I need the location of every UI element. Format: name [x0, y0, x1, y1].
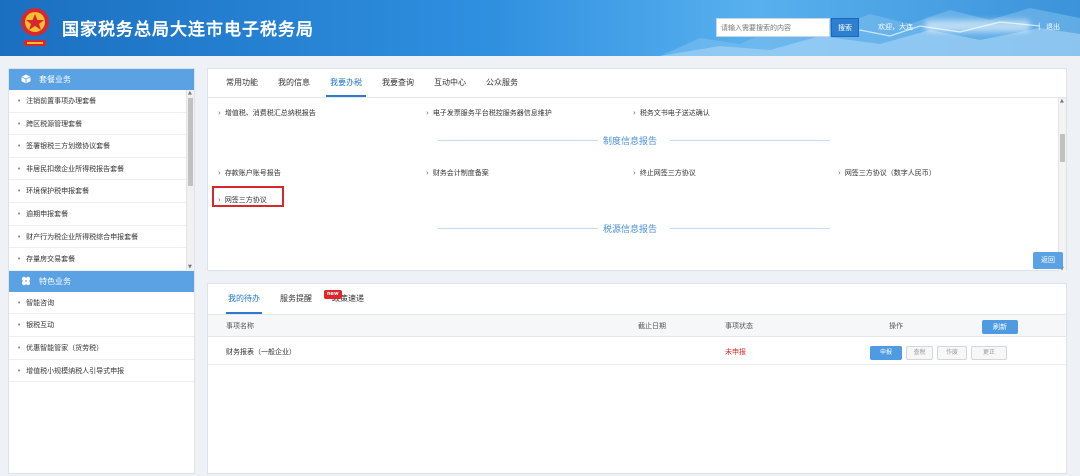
sidebar-list-packages: 注销前置事项办理套餐 跨区税源管理套餐 签署银税三方划缴协议套餐 非居民扣缴企业… — [9, 90, 194, 271]
tab-interaction-center[interactable]: 互动中心 — [424, 69, 476, 97]
scroll-down-arrow-icon[interactable]: ▼ — [188, 264, 192, 270]
service-link[interactable]: 存款账户账号报告 — [218, 168, 281, 178]
column-header-actions: 操作 — [889, 322, 903, 330]
sidebar-section-title: 套餐业务 — [39, 75, 71, 84]
section-line-right — [670, 140, 830, 141]
redacted-username — [925, 20, 1030, 32]
tab-public-services[interactable]: 公众服务 — [476, 69, 528, 97]
sidebar-item[interactable]: 增值税小规模纳税人引导式申报 — [9, 360, 194, 383]
sidebar-item[interactable]: 财产行为税企业所得税综合申报套餐 — [9, 226, 194, 249]
service-link[interactable]: 财务会计制度备案 — [426, 168, 489, 178]
tab-common-functions[interactable]: 常用功能 — [216, 69, 268, 97]
tab-tax-handling[interactable]: 我要办税 — [320, 69, 372, 97]
scrollbar-thumb[interactable] — [188, 98, 193, 186]
highlight-annotation-box — [212, 186, 284, 207]
section-title-institutional: 制度信息报告 — [603, 137, 658, 147]
section-line-left — [438, 228, 598, 229]
tab-my-todo[interactable]: 我的待办 — [218, 284, 270, 314]
section-line-left — [438, 140, 598, 141]
site-header: 国家税务总局大连市电子税务局 搜索 欢迎，大连 | 退出 — [0, 0, 1080, 56]
sidebar-section-title: 特色业务 — [39, 276, 71, 286]
service-link[interactable]: 税务文书电子送达确认 — [633, 108, 710, 118]
sidebar-item[interactable]: 银税互动 — [9, 314, 194, 337]
site-title: 国家税务总局大连市电子税务局 — [62, 20, 314, 40]
sidebar-item[interactable]: 智能咨询 — [9, 292, 194, 315]
scroll-up-arrow-icon[interactable]: ▲ — [188, 90, 192, 96]
section-line-right — [670, 228, 830, 229]
sidebar: 套餐业务 注销前置事项办理套餐 跨区税源管理套餐 签署银税三方划缴协议套餐 非居… — [8, 68, 195, 474]
tab-my-info[interactable]: 我的信息 — [268, 69, 320, 97]
tax-bureau-emblem-icon — [21, 8, 49, 46]
todo-tabs: 我的待办 服务提醒 政策速递 — [218, 284, 374, 314]
sidebar-section-packages[interactable]: 套餐业务 — [9, 69, 194, 90]
main-scrollbar[interactable]: ▲ ▼ — [1058, 98, 1066, 272]
correct-button[interactable]: 更正 — [971, 346, 1007, 360]
main-panel: 常用功能 我的信息 我要办税 我要查询 互动中心 公众服务 增值税、消费税汇总纳… — [207, 68, 1067, 272]
table-header: 事项名称 截止日期 事项状态 操作 — [208, 315, 1066, 337]
logout-link[interactable]: 退出 — [1046, 22, 1060, 32]
row-item-name: 财务报表（一般企业） — [226, 348, 296, 356]
tab-policy-express[interactable]: 政策速递 — [322, 284, 374, 314]
search-button[interactable]: 搜索 — [831, 18, 859, 37]
check-tax-button[interactable]: 查税 — [906, 346, 933, 360]
sidebar-item[interactable]: 非居民扣缴企业所得税报告套餐 — [9, 158, 194, 181]
scroll-up-arrow-icon[interactable]: ▲ — [1060, 98, 1064, 104]
sidebar-item[interactable]: 逾期申报套餐 — [9, 203, 194, 226]
column-header-name: 事项名称 — [226, 322, 254, 330]
void-button[interactable]: 作废 — [937, 346, 967, 360]
welcome-text: 欢迎，大连 — [878, 23, 913, 31]
sidebar-section-featured[interactable]: 特色业务 — [9, 270, 194, 292]
tab-query[interactable]: 我要查询 — [372, 69, 424, 97]
sidebar-item[interactable]: 优惠智能管家（货劳税） — [9, 337, 194, 360]
sidebar-item[interactable]: 环境保护税申报套餐 — [9, 180, 194, 203]
section-title-tax-source: 税源信息报告 — [603, 225, 658, 235]
main-tabs: 常用功能 我的信息 我要办税 我要查询 互动中心 公众服务 — [216, 69, 528, 97]
tax-items-area: 增值税、消费税汇总纳税报告 电子发票服务平台税控服务器信息维护 税务文书电子送达… — [208, 98, 1058, 272]
sidebar-list-featured: 智能咨询 银税互动 优惠智能管家（货劳税） 增值税小规模纳税人引导式申报 — [9, 292, 194, 383]
tab-service-reminders[interactable]: 服务提醒 — [270, 284, 322, 314]
sidebar-item[interactable]: 签署银税三方划缴协议套餐 — [9, 135, 194, 158]
service-link[interactable]: 终止网签三方协议 — [633, 168, 696, 178]
sidebar-item[interactable]: 注销前置事项办理套餐 — [9, 90, 194, 113]
service-link[interactable]: 增值税、消费税汇总纳税报告 — [218, 108, 316, 118]
sidebar-item[interactable]: 存量房交易套餐 — [9, 248, 194, 271]
back-button[interactable]: 返回 — [1033, 252, 1063, 269]
declare-button[interactable]: 申报 — [870, 346, 902, 360]
column-header-status: 事项状态 — [725, 322, 753, 330]
service-link[interactable]: 网签三方协议（数字人民币） — [838, 168, 936, 178]
package-icon — [21, 74, 31, 84]
todo-panel: 我的待办 服务提醒 政策速递 new 事项名称 截止日期 事项状态 操作 刷新 … — [207, 283, 1067, 474]
new-badge: new — [324, 290, 342, 299]
header-separator: | — [1038, 22, 1041, 30]
column-header-deadline: 截止日期 — [638, 322, 666, 330]
star-cluster-icon — [21, 276, 31, 285]
sidebar-item[interactable]: 跨区税源管理套餐 — [9, 113, 194, 136]
service-link[interactable]: 电子发票服务平台税控服务器信息维护 — [426, 108, 552, 118]
row-status: 未申报 — [725, 348, 746, 356]
scrollbar-thumb[interactable] — [1060, 134, 1065, 162]
sidebar-scrollbar[interactable]: ▲ ▼ — [186, 90, 194, 270]
search-input[interactable] — [716, 18, 830, 37]
refresh-button[interactable]: 刷新 — [982, 320, 1018, 334]
